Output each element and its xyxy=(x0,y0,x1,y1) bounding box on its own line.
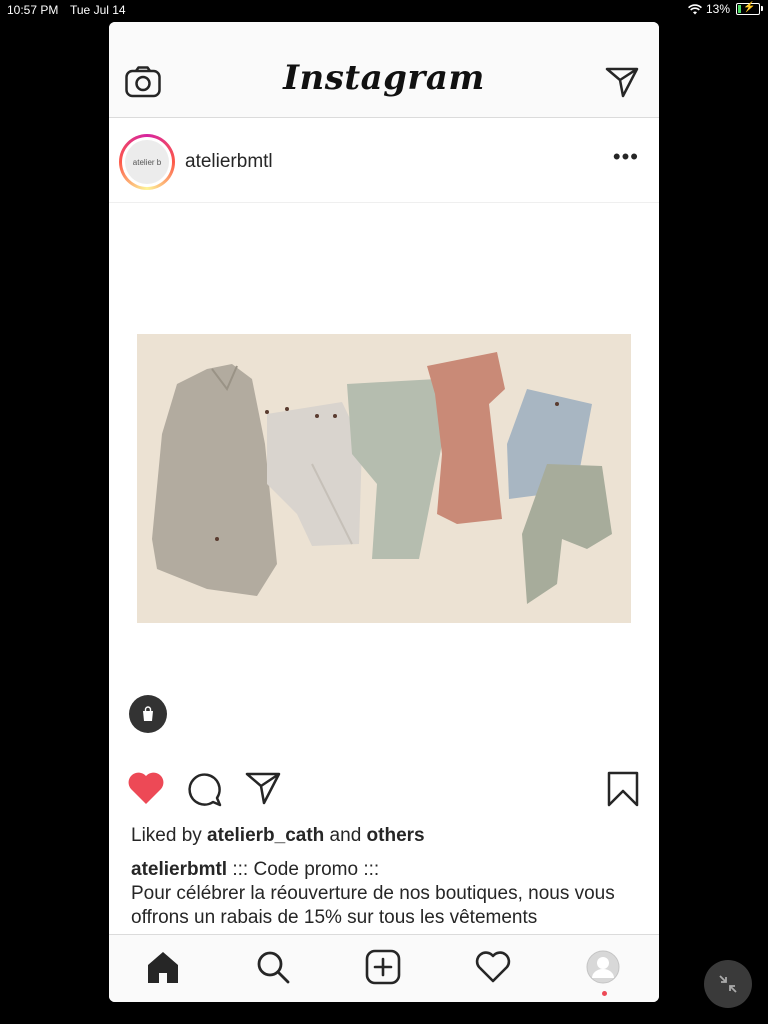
search-icon[interactable] xyxy=(255,949,291,990)
status-right: 13% ⚡ xyxy=(688,2,763,16)
bookmark-icon[interactable] xyxy=(607,771,639,812)
status-date: Tue Jul 14 xyxy=(70,3,126,17)
home-icon[interactable] xyxy=(145,949,181,990)
share-icon[interactable] xyxy=(245,771,281,810)
instagram-logo: Instagram xyxy=(283,58,485,98)
post-photo xyxy=(137,334,631,623)
post-header: atelier b atelierbmtl ••• xyxy=(109,118,659,203)
paper-plane-icon[interactable] xyxy=(605,66,639,103)
collapse-arrows-icon[interactable] xyxy=(704,960,752,1008)
top-nav-bar: Instagram xyxy=(109,22,659,118)
post-media[interactable] xyxy=(109,203,659,753)
avatar-text: atelier b xyxy=(125,140,169,184)
shopping-bag-icon[interactable] xyxy=(129,695,167,733)
likes-user-link[interactable]: atelierb_cath xyxy=(207,825,324,846)
notification-dot xyxy=(602,991,607,996)
profile-icon[interactable] xyxy=(585,949,621,990)
like-heart-icon[interactable] xyxy=(127,771,165,810)
comment-icon[interactable] xyxy=(187,771,223,812)
caption-line1: ::: Code promo ::: xyxy=(227,859,380,880)
likes-prefix: Liked by xyxy=(131,825,208,846)
caption-author[interactable]: atelierbmtl xyxy=(131,859,227,880)
battery-percent: 13% xyxy=(705,2,730,16)
status-bar: 10:57 PM Tue Jul 14 13% ⚡ xyxy=(0,0,768,20)
likes-others-link[interactable]: others xyxy=(367,825,425,846)
activity-icon[interactable] xyxy=(475,949,511,990)
status-time: 10:57 PM xyxy=(7,3,59,17)
post-caption: atelierbmtl ::: Code promo ::: Pour célé… xyxy=(131,858,641,930)
wifi-icon xyxy=(688,3,702,14)
post-actions xyxy=(109,767,659,813)
more-options-icon[interactable]: ••• xyxy=(613,146,639,168)
likes-summary: Liked by atelierb_cath and others xyxy=(131,825,425,847)
battery-icon: ⚡ xyxy=(736,2,763,15)
avatar[interactable]: atelier b xyxy=(119,134,175,190)
instagram-app-window: Instagram atelier b atelierbmtl ••• Like… xyxy=(109,22,659,1002)
post-username[interactable]: atelierbmtl xyxy=(185,151,273,173)
likes-middle: and xyxy=(324,825,367,846)
new-post-icon[interactable] xyxy=(365,949,401,990)
bottom-tab-bar xyxy=(109,934,659,1002)
caption-line2: Pour célébrer la réouverture de nos bout… xyxy=(131,883,615,928)
